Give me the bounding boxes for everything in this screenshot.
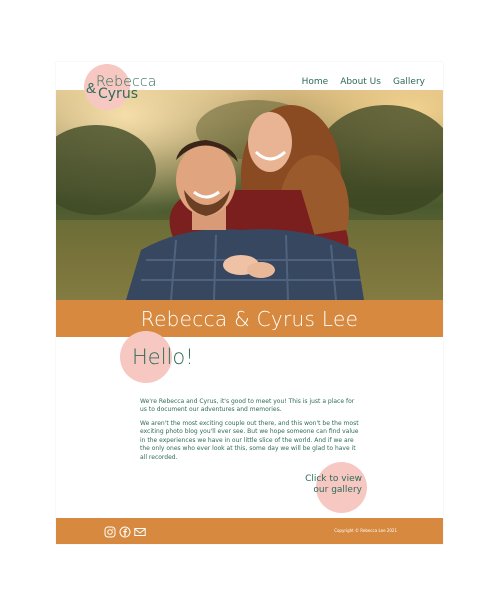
- intro-paragraph-1: We're Rebecca and Cyrus, it's good to me…: [140, 398, 355, 414]
- facebook-icon[interactable]: [119, 525, 131, 538]
- site-logo[interactable]: Rebecca & Cyrus: [74, 64, 174, 114]
- couple-photo: [56, 100, 443, 300]
- site-footer: Copyright © Rebecca Lee 2021: [56, 518, 443, 544]
- intro-paragraph-2: We aren't the most exciting couple out t…: [140, 420, 359, 461]
- mail-icon[interactable]: [134, 525, 146, 537]
- nav-gallery[interactable]: Gallery: [393, 77, 425, 87]
- logo-ampersand: &: [86, 80, 97, 97]
- copyright-text: Copyright © Rebecca Lee 2021: [334, 528, 397, 533]
- banner-title: Rebecca & Cyrus Lee: [140, 306, 359, 331]
- main-nav: Home About Us Gallery: [302, 77, 425, 87]
- social-links: [104, 525, 146, 538]
- page: Rebecca & Cyrus Home About Us Gallery Re…: [56, 62, 443, 544]
- name-banner: Rebecca & Cyrus Lee: [56, 300, 443, 337]
- nav-home[interactable]: Home: [302, 77, 329, 87]
- site-header: Rebecca & Cyrus Home About Us Gallery: [56, 62, 443, 110]
- logo-name-cyrus: Cyrus: [98, 86, 138, 102]
- hero-photo: [56, 90, 443, 300]
- instagram-icon[interactable]: [104, 525, 116, 538]
- gallery-cta-link[interactable]: Click to view our gallery: [300, 474, 362, 496]
- nav-about-us[interactable]: About Us: [340, 77, 381, 87]
- hello-heading: Hello!: [132, 345, 194, 369]
